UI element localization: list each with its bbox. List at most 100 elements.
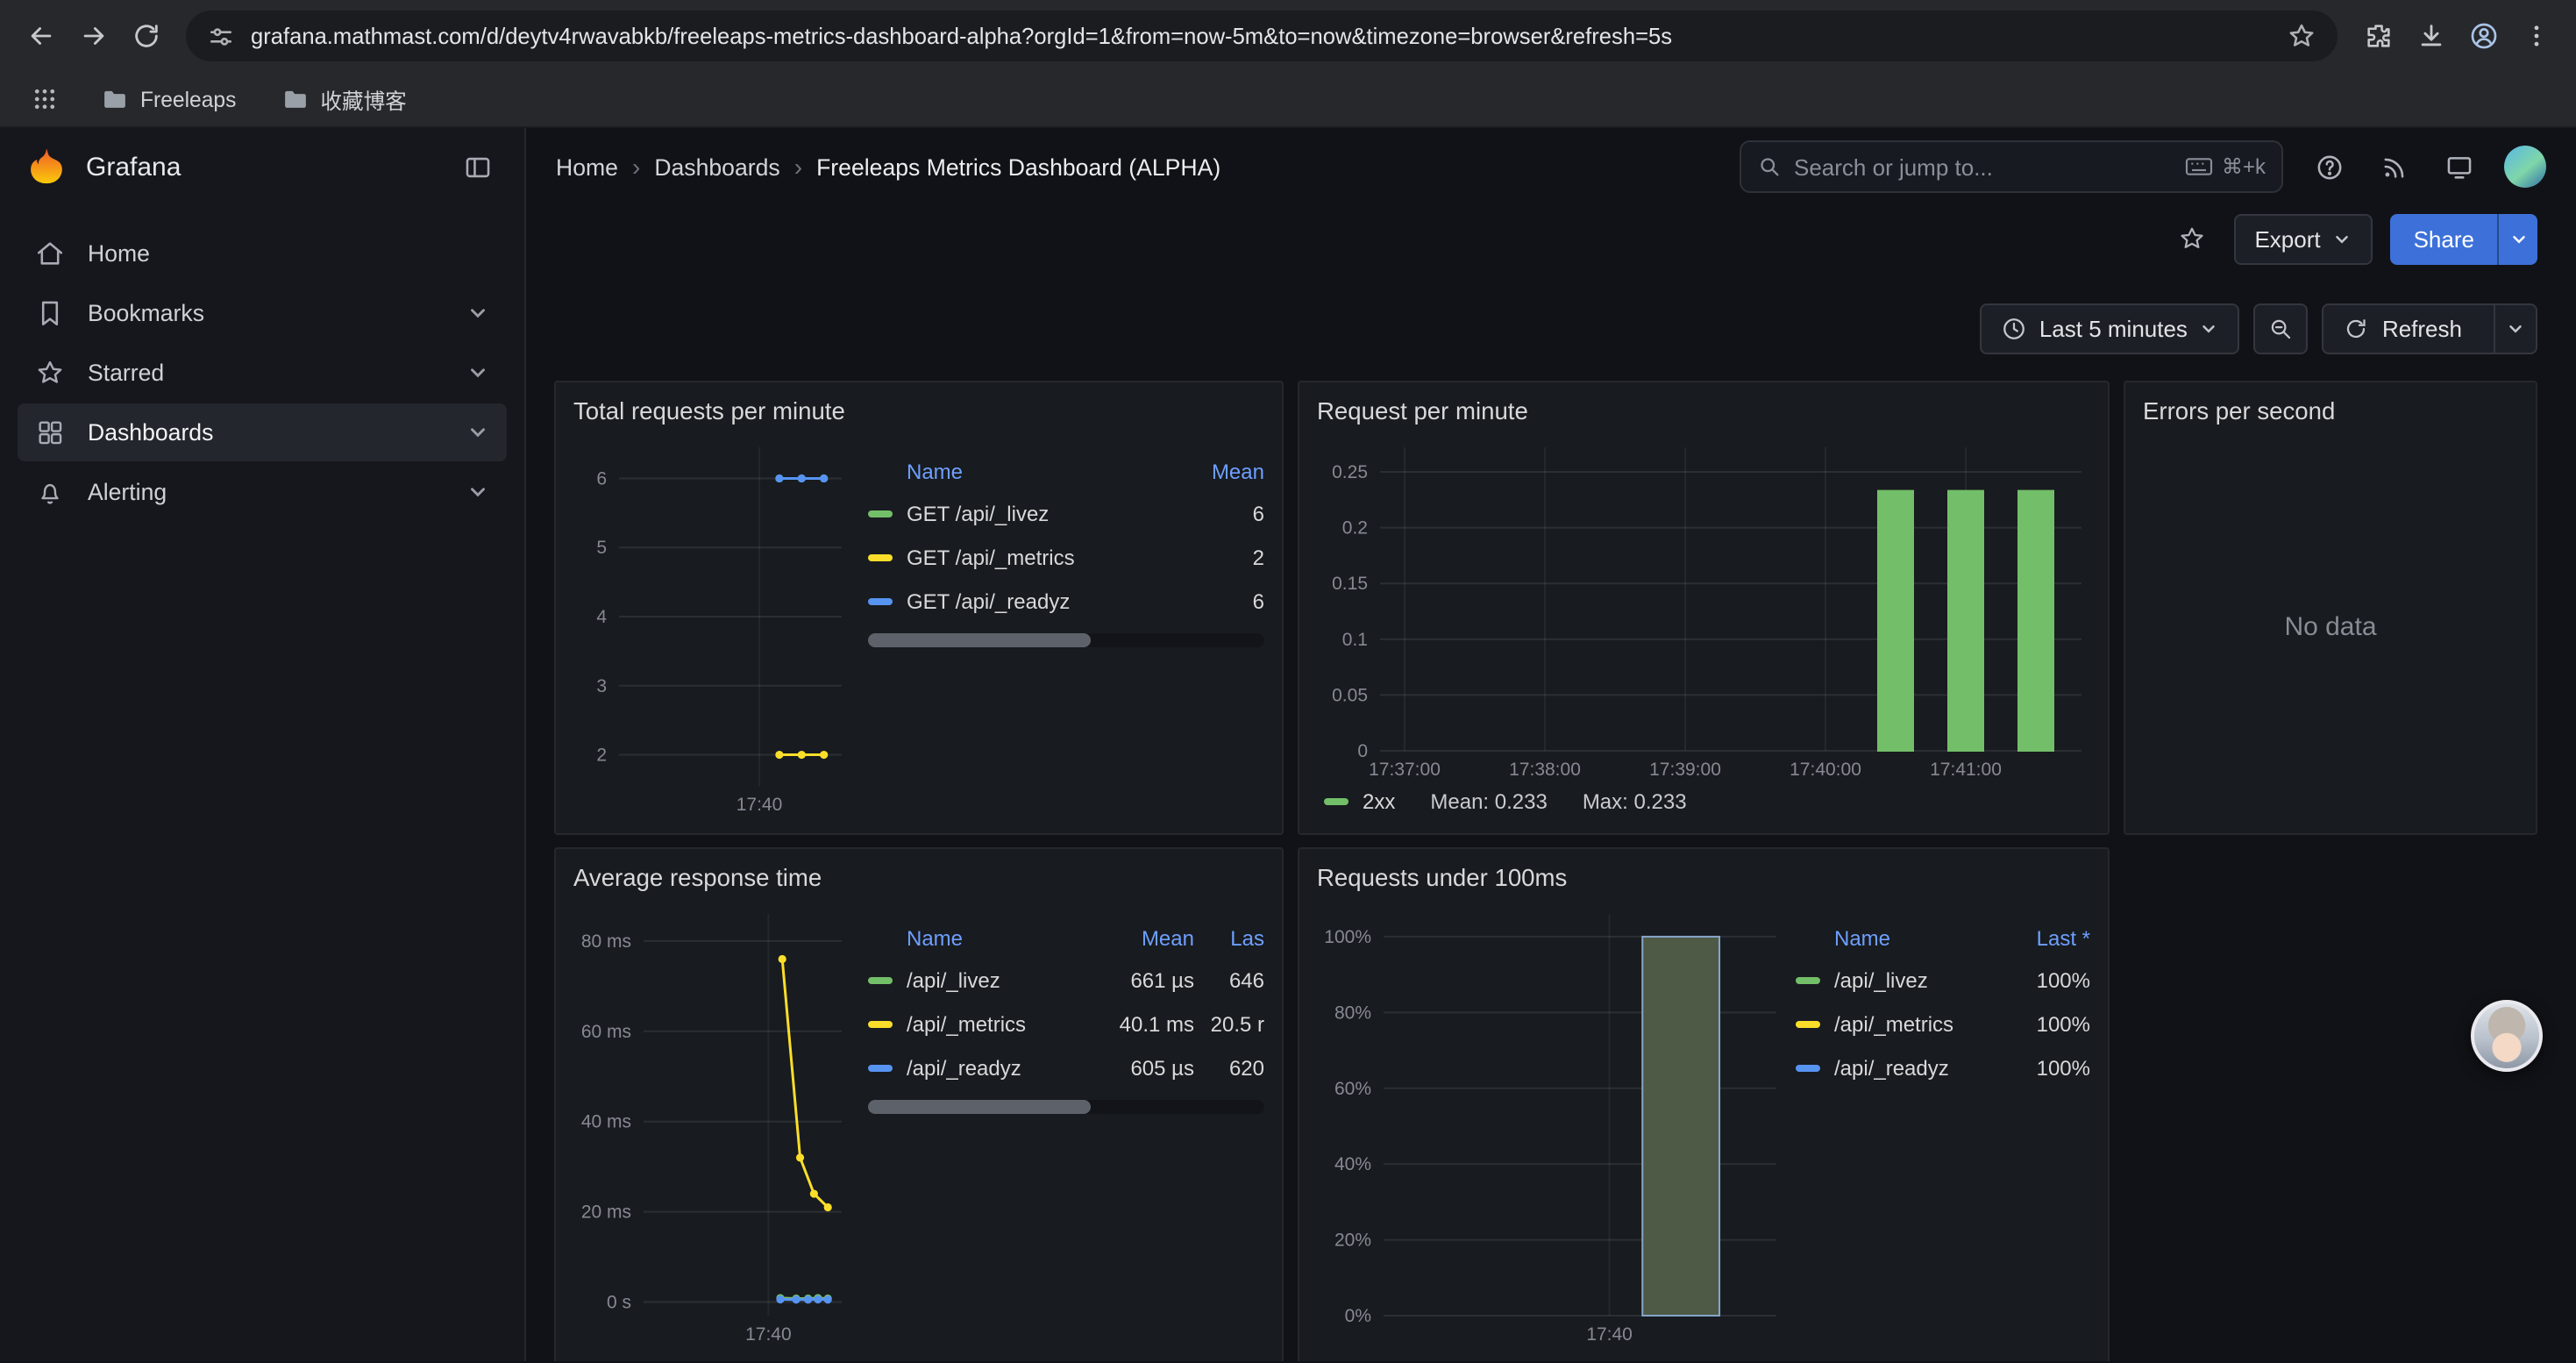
profile-button[interactable] <box>2457 10 2509 62</box>
back-icon <box>25 21 55 51</box>
keyboard-icon <box>2185 156 2213 177</box>
breadcrumb-item[interactable]: Dashboards <box>654 153 779 180</box>
sidebar-item-starred[interactable]: Starred <box>18 344 507 402</box>
chevron-down-icon[interactable] <box>466 361 489 384</box>
series-color-icon <box>868 510 893 517</box>
chevron-down-icon[interactable] <box>466 302 489 325</box>
series-color-icon <box>1796 976 1820 983</box>
time-range-picker[interactable]: Last 5 minutes <box>1980 303 2240 354</box>
star-icon <box>35 358 65 388</box>
legend-header-col[interactable]: Last * <box>1992 926 2090 951</box>
chevron-down-icon[interactable] <box>466 421 489 444</box>
series-label: GET /api/_readyz <box>907 589 1070 613</box>
legend-row[interactable]: /api/_readyz605 µs620 <box>868 1045 1264 1089</box>
total-requests-chart[interactable]: 6543217:40 <box>573 435 850 819</box>
downloads-button[interactable] <box>2404 10 2457 62</box>
sidebar-item-bookmarks[interactable]: Bookmarks <box>18 284 507 342</box>
back-button[interactable] <box>14 10 67 62</box>
legend-header-name[interactable]: Name <box>868 460 1170 484</box>
panel-title[interactable]: Requests under 100ms <box>1317 860 2090 902</box>
legend-row[interactable]: GET /api/_metrics2 <box>868 535 1264 579</box>
bookmark-item[interactable]: Freeleaps <box>88 82 250 117</box>
legend-series-name: GET /api/_readyz <box>868 589 1170 613</box>
legend-row[interactable]: /api/_livez661 µs646 <box>868 958 1264 1002</box>
forward-button[interactable] <box>67 10 119 62</box>
legend-row[interactable]: /api/_readyz100% <box>1796 1045 2090 1089</box>
legend-row[interactable]: GET /api/_livez6 <box>868 491 1264 535</box>
requests-under-100ms-chart[interactable]: 100%80%60%40%20%0%17:40 <box>1317 902 1785 1349</box>
help-button[interactable] <box>2304 142 2353 191</box>
no-data-message: No data <box>2143 435 2518 819</box>
svg-text:4: 4 <box>596 607 607 627</box>
legend-row[interactable]: /api/_livez100% <box>1796 958 2090 1002</box>
refresh-interval-button[interactable] <box>2494 305 2536 353</box>
sidebar-item-home[interactable]: Home <box>18 225 507 282</box>
apps-icon <box>35 417 65 447</box>
header-icons <box>2304 142 2546 191</box>
legend-value: 100% <box>1992 967 2090 992</box>
reload-button[interactable] <box>119 10 172 62</box>
legend-row[interactable]: GET /api/_readyz6 <box>868 579 1264 623</box>
breadcrumb-item[interactable]: Home <box>556 153 618 180</box>
bookmark-star-icon[interactable] <box>2287 21 2316 51</box>
series-label: /api/_metrics <box>1834 1011 1953 1036</box>
average-response-time-chart[interactable]: 80 ms60 ms40 ms20 ms0 s17:40 <box>573 902 850 1349</box>
chevron-down-icon[interactable] <box>466 481 489 503</box>
legend-scrollbar[interactable] <box>868 633 1264 647</box>
grafana-logo-icon[interactable] <box>25 146 68 189</box>
svg-text:20%: 20% <box>1334 1231 1371 1251</box>
main-area: Home›Dashboards›Freeleaps Metrics Dashbo… <box>526 128 2576 1361</box>
sidebar-item-alerting[interactable]: Alerting <box>18 463 507 521</box>
breadcrumb-separator-icon: › <box>632 153 640 181</box>
svg-text:20 ms: 20 ms <box>581 1202 631 1223</box>
grafana-header: Home›Dashboards›Freeleaps Metrics Dashbo… <box>526 128 2576 205</box>
panel-errors-per-second: Errors per second No data <box>2124 381 2537 835</box>
legend-scrollbar-thumb[interactable] <box>868 1100 1090 1114</box>
display-button[interactable] <box>2434 142 2483 191</box>
url-text[interactable]: grafana.mathmast.com/d/deytv4rwavabkb/fr… <box>251 23 2271 49</box>
legend-header-name[interactable]: Name <box>868 926 1092 951</box>
assistant-avatar-floating[interactable] <box>2471 1000 2543 1072</box>
share-menu-button[interactable] <box>2497 213 2537 264</box>
legend-item[interactable]: 2xxMean: 0.233Max: 0.233 <box>1324 789 1687 814</box>
legend-header-col[interactable]: Las <box>1194 926 1264 951</box>
apps-shortcut-button[interactable] <box>21 76 67 122</box>
legend-header-name[interactable]: Name <box>1796 926 1992 951</box>
panel-title[interactable]: Total requests per minute <box>573 393 1264 435</box>
legend-header-row: NameMeanLas <box>868 919 1264 958</box>
legend-header-col[interactable]: Mean <box>1170 460 1264 484</box>
svg-text:80 ms: 80 ms <box>581 931 631 952</box>
search-input[interactable]: Search or jump to... ⌘+k <box>1740 140 2283 193</box>
series-label: /api/_metrics <box>907 1011 1026 1036</box>
svg-text:3: 3 <box>596 676 607 696</box>
panel-title[interactable]: Request per minute <box>1317 393 2090 435</box>
favorite-dashboard-button[interactable] <box>2167 214 2216 263</box>
series-color-icon <box>868 1020 893 1027</box>
user-avatar[interactable] <box>2504 146 2546 188</box>
panel-title[interactable]: Errors per second <box>2143 393 2518 435</box>
refresh-label: Refresh <box>2382 316 2462 342</box>
sidebar-collapse-button[interactable] <box>454 145 500 190</box>
chevron-down-icon <box>2506 319 2525 339</box>
legend-header-col[interactable]: Mean <box>1092 926 1194 951</box>
sidebar-item-dashboards[interactable]: Dashboards <box>18 403 507 461</box>
news-button[interactable] <box>2369 142 2418 191</box>
bookmark-item[interactable]: 收藏博客 <box>267 78 420 120</box>
request-per-minute-chart[interactable]: 0.250.20.150.10.05017:37:0017:38:0017:39… <box>1317 435 2090 784</box>
site-settings-icon[interactable] <box>207 22 235 50</box>
browser-menu-button[interactable] <box>2509 10 2562 62</box>
legend-row[interactable]: /api/_metrics100% <box>1796 1002 2090 1045</box>
export-button[interactable]: Export <box>2233 213 2373 264</box>
extensions-button[interactable] <box>2352 10 2404 62</box>
legend-scrollbar[interactable] <box>868 1100 1264 1114</box>
panel-title[interactable]: Average response time <box>573 860 1264 902</box>
svg-text:60 ms: 60 ms <box>581 1022 631 1042</box>
legend-scrollbar-thumb[interactable] <box>868 633 1090 647</box>
kebab-menu-icon <box>2521 21 2551 51</box>
refresh-button[interactable]: Refresh <box>2324 305 2481 353</box>
share-button[interactable]: Share <box>2391 213 2497 264</box>
zoom-out-button[interactable] <box>2254 303 2309 354</box>
address-bar[interactable]: grafana.mathmast.com/d/deytv4rwavabkb/fr… <box>186 11 2338 61</box>
legend-row[interactable]: /api/_metrics40.1 ms20.5 r <box>868 1002 1264 1045</box>
svg-text:40 ms: 40 ms <box>581 1112 631 1132</box>
